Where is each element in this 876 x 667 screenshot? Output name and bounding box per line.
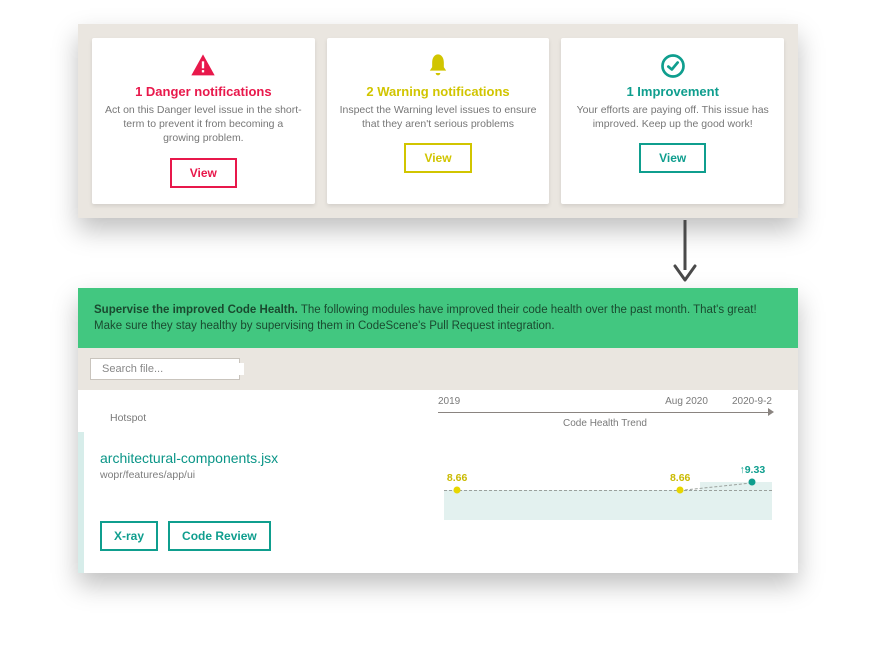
data-label-20200902: ↑9.33 bbox=[739, 464, 765, 476]
axis-tick-end: 2020-9-2 bbox=[732, 396, 772, 407]
file-path: wopr/features/app/ui bbox=[100, 469, 430, 481]
data-point-aug2020 bbox=[677, 487, 684, 494]
notifications-panel: 1 Danger notifications Act on this Dange… bbox=[78, 24, 798, 218]
bell-icon bbox=[424, 52, 452, 80]
data-point-20200902 bbox=[749, 479, 756, 486]
danger-view-button[interactable]: View bbox=[170, 158, 237, 188]
warning-desc: Inspect the Warning level issues to ensu… bbox=[339, 103, 538, 131]
hotspot-section: Hotspot 2019 Aug 2020 2020-9-2 Code Heal… bbox=[78, 390, 798, 573]
file-name[interactable]: architectural-components.jsx bbox=[100, 450, 430, 466]
axis-tick-mid: Aug 2020 bbox=[665, 396, 708, 407]
axis-tick-start: 2019 bbox=[438, 396, 460, 407]
danger-desc: Act on this Danger level issue in the sh… bbox=[104, 103, 303, 146]
improvement-card: 1 Improvement Your efforts are paying of… bbox=[561, 38, 784, 204]
warning-view-button[interactable]: View bbox=[404, 143, 471, 173]
data-label-2019: 8.66 bbox=[447, 472, 467, 484]
search-wrap bbox=[78, 348, 798, 390]
improvement-desc: Your efforts are paying off. This issue … bbox=[573, 103, 772, 131]
code-review-button[interactable]: Code Review bbox=[168, 521, 271, 551]
axis-trend-label: Code Health Trend bbox=[563, 418, 647, 429]
danger-card: 1 Danger notifications Act on this Dange… bbox=[92, 38, 315, 204]
danger-title: 1 Danger notifications bbox=[135, 84, 272, 99]
hotspot-file: architectural-components.jsx wopr/featur… bbox=[100, 450, 430, 551]
axis-line bbox=[438, 412, 772, 413]
check-circle-icon bbox=[659, 52, 687, 80]
trend-chart: 8.66 8.66 ↑9.33 bbox=[444, 470, 772, 520]
banner-strong: Supervise the improved Code Health. bbox=[94, 304, 298, 316]
data-label-aug2020: 8.66 bbox=[670, 472, 690, 484]
trend-line bbox=[444, 490, 772, 491]
warning-title: 2 Warning notifications bbox=[366, 84, 509, 99]
hotspot-buttons: X-ray Code Review bbox=[100, 521, 430, 551]
trend-fill-rise bbox=[700, 482, 772, 520]
search-box[interactable] bbox=[90, 358, 240, 380]
xray-button[interactable]: X-ray bbox=[100, 521, 158, 551]
trend-axis: 2019 Aug 2020 2020-9-2 Code Health Trend bbox=[438, 400, 772, 430]
supervise-banner: Supervise the improved Code Health. The … bbox=[78, 288, 798, 348]
improvement-view-button[interactable]: View bbox=[639, 143, 706, 173]
arrow-down-icon bbox=[665, 218, 705, 284]
data-point-2019 bbox=[454, 487, 461, 494]
hotspot-row: architectural-components.jsx wopr/featur… bbox=[78, 432, 798, 573]
hotspot-header: Hotspot 2019 Aug 2020 2020-9-2 Code Heal… bbox=[78, 390, 798, 432]
warning-card: 2 Warning notifications Inspect the Warn… bbox=[327, 38, 550, 204]
axis-arrow-icon bbox=[768, 408, 774, 416]
hotspot-column-label: Hotspot bbox=[110, 412, 146, 424]
search-input[interactable] bbox=[102, 363, 244, 375]
improvement-detail-panel: Supervise the improved Code Health. The … bbox=[78, 288, 798, 573]
improvement-title: 1 Improvement bbox=[626, 84, 718, 99]
danger-icon bbox=[189, 52, 217, 80]
